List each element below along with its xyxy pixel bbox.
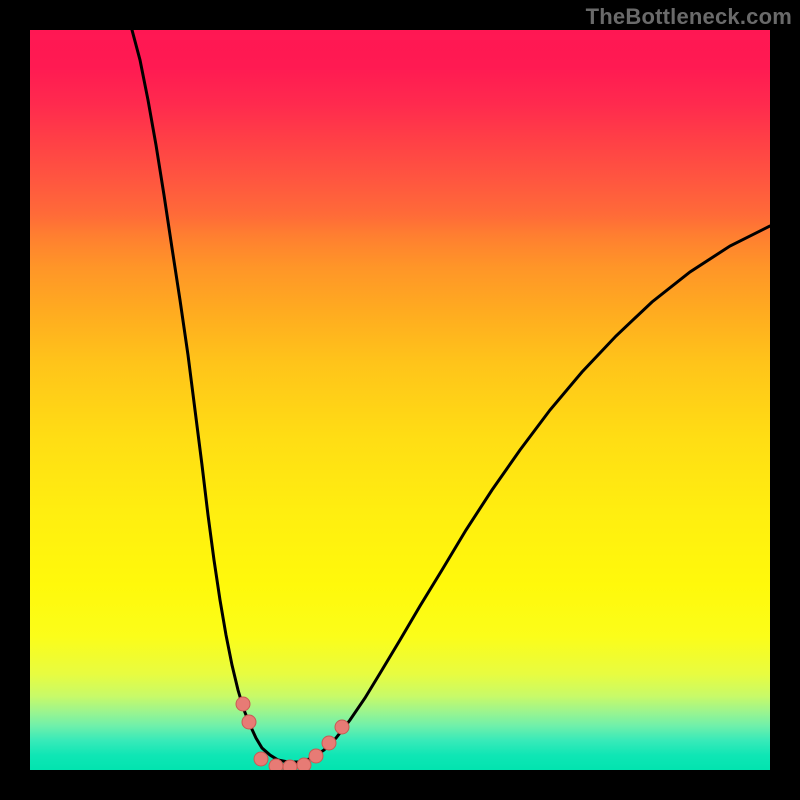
valley-markers bbox=[30, 30, 770, 770]
watermark-text: TheBottleneck.com bbox=[586, 4, 792, 30]
valley-marker-dot bbox=[242, 715, 256, 729]
valley-marker-dot bbox=[254, 752, 268, 766]
valley-marker-dot bbox=[335, 720, 349, 734]
valley-marker-dot bbox=[283, 760, 297, 770]
valley-marker-dot bbox=[297, 758, 311, 770]
valley-marker-dot bbox=[309, 749, 323, 763]
valley-marker-dot bbox=[322, 736, 336, 750]
valley-marker-dot bbox=[236, 697, 250, 711]
valley-marker-dot bbox=[269, 759, 283, 770]
